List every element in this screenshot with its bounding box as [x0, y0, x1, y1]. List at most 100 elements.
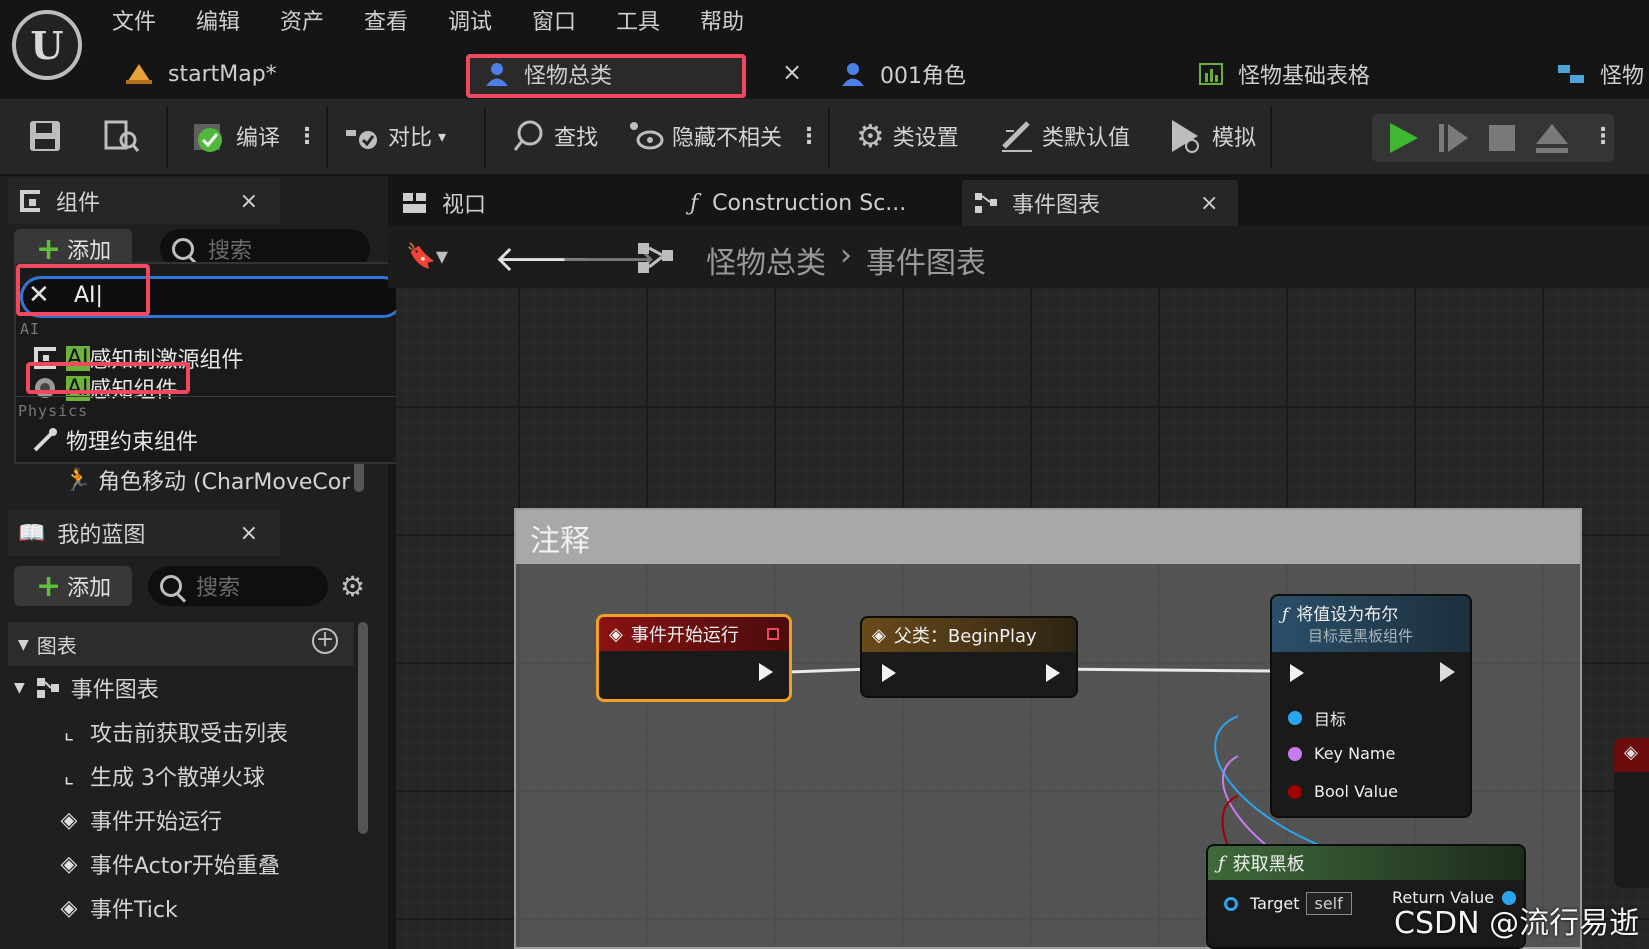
toolbar-separator: [828, 106, 830, 168]
node-offscreen[interactable]: ◈: [1614, 738, 1649, 888]
tree-item-spawn-fireballs[interactable]: ⌞ 生成 3个散弹火球: [56, 760, 265, 792]
tab-role[interactable]: 001角色: [840, 52, 966, 96]
menu-assets[interactable]: 资产: [280, 4, 324, 36]
tree-event-graph[interactable]: ▼ 事件图表: [14, 672, 159, 704]
pin-key-name[interactable]: Key Name: [1288, 744, 1395, 763]
components-panel-tab[interactable]: 组件 ×: [8, 178, 280, 224]
bookmark-icon[interactable]: 🔖▾: [406, 242, 448, 270]
hide-unrelated-label: 隐藏不相关: [672, 126, 783, 151]
physics-constraint-icon: [33, 428, 57, 452]
blueprint-actor-icon: [842, 63, 864, 86]
tab-construction-script[interactable]: ƒ Construction Sc...: [690, 180, 906, 226]
menu-help[interactable]: 帮助: [700, 4, 744, 36]
diff-button[interactable]: 对比 ▾: [344, 112, 446, 160]
exec-out-pin[interactable]: [1046, 664, 1060, 682]
dropdown-item-physics-constraint[interactable]: 物理约束组件: [32, 424, 198, 456]
custom-event-icon: ⌞: [63, 719, 75, 745]
gear-icon[interactable]: ⚙: [340, 570, 365, 603]
tab-label: 怪物基础表格: [1238, 64, 1371, 89]
plus-icon: +: [36, 568, 62, 604]
highlight-box: [16, 264, 150, 316]
my-blueprint-panel-tab[interactable]: 📖 我的蓝图 ×: [8, 510, 280, 556]
tab-more[interactable]: 怪物: [1556, 52, 1644, 96]
components-title: 组件: [56, 191, 101, 216]
pin-target[interactable]: 目标: [1288, 706, 1346, 730]
unreal-logo[interactable]: U: [12, 10, 82, 80]
node-event-begin-play[interactable]: ◈ 事件开始运行: [596, 614, 792, 702]
menu-tools[interactable]: 工具: [616, 4, 660, 36]
exec-in-pin[interactable]: [1290, 664, 1304, 682]
graphs-section[interactable]: ▼ 图表: [18, 630, 77, 659]
pin-label: Bool Value: [1314, 782, 1399, 801]
tab-label: 怪物总类: [524, 64, 613, 89]
save-button[interactable]: [28, 112, 62, 160]
menu-debug[interactable]: 调试: [448, 4, 492, 36]
compile-button[interactable]: 编译: [192, 112, 280, 160]
tree-item-actor-overlap[interactable]: ◈ 事件Actor开始重叠: [56, 848, 280, 880]
play-button[interactable]: [1386, 120, 1422, 160]
breadcrumb-current: 事件图表: [866, 246, 986, 281]
tree-label: 事件Actor开始重叠: [90, 854, 280, 879]
compile-options-button[interactable]: ⋮: [296, 112, 318, 160]
class-settings-label: 类设置: [892, 126, 959, 151]
class-defaults-button[interactable]: 类默认值: [1000, 112, 1130, 160]
add-graph-icon[interactable]: +: [312, 628, 338, 654]
compile-label: 编译: [236, 126, 281, 151]
breadcrumb-root[interactable]: 怪物总类: [706, 238, 826, 282]
close-icon[interactable]: ×: [240, 521, 258, 546]
node-parent-begin-play[interactable]: ◈ 父类：BeginPlay: [860, 616, 1078, 698]
exec-out-pin[interactable]: [759, 663, 773, 681]
menu-window[interactable]: 窗口: [532, 4, 576, 36]
my-blueprint-title: 我的蓝图: [57, 523, 146, 548]
menu-edit[interactable]: 编辑: [196, 4, 240, 36]
tab-label: 001角色: [880, 64, 966, 89]
blueprint-scrollbar[interactable]: [358, 622, 368, 834]
simulate-button[interactable]: 模拟: [1168, 112, 1256, 160]
component-char-movement[interactable]: 🏃 角色移动 (CharMoveCor: [64, 464, 350, 496]
add-member-button[interactable]: + 添加: [14, 566, 132, 606]
self-value-field[interactable]: self: [1305, 892, 1352, 915]
eject-button[interactable]: [1534, 120, 1570, 160]
tab-start-map[interactable]: startMap*: [124, 52, 277, 96]
tab-monster-class[interactable]: 怪物总类: [484, 52, 612, 96]
play-options-button[interactable]: ⋮: [1592, 112, 1614, 160]
node-title: 父类：BeginPlay: [893, 626, 1037, 647]
class-settings-button[interactable]: ⚙ 类设置: [856, 112, 959, 160]
delegate-pin[interactable]: [767, 628, 779, 640]
toolbar-separator: [326, 106, 328, 168]
tree-item-begin-play[interactable]: ◈ 事件开始运行: [56, 804, 222, 836]
exec-wire: [1047, 667, 1274, 673]
search-icon: [172, 238, 194, 260]
browse-button[interactable]: [104, 112, 140, 160]
hide-unrelated-button[interactable]: 隐藏不相关: [628, 112, 782, 160]
pin-target-self[interactable]: Target self: [1224, 892, 1352, 915]
tab-viewport[interactable]: 视口: [402, 180, 486, 226]
breadcrumb-separator: ›: [840, 238, 852, 273]
structure-icon: [1558, 65, 1584, 83]
tree-item-get-hit-list[interactable]: ⌞ 攻击前获取受击列表: [56, 716, 288, 748]
caret-down-icon: ▼: [14, 680, 25, 696]
tab-label: Construction Sc...: [712, 190, 907, 216]
tab-close-button[interactable]: ×: [782, 58, 802, 86]
name-pin-icon: [1288, 746, 1302, 761]
custom-event-icon: ⌞: [63, 763, 75, 789]
find-button[interactable]: 查找: [512, 112, 598, 160]
exec-out-pin[interactable]: [1440, 662, 1455, 682]
pin-bool-value[interactable]: Bool Value: [1288, 782, 1398, 801]
node-set-value-as-bool[interactable]: ƒ 将值设为布尔 目标是黑板组件 目标 Key Name Bool Value: [1270, 594, 1472, 818]
class-defaults-icon: [1002, 121, 1032, 152]
menu-view[interactable]: 查看: [364, 4, 408, 36]
exec-in-pin[interactable]: [882, 664, 896, 682]
stop-button[interactable]: [1486, 122, 1518, 158]
tree-item-tick[interactable]: ◈ 事件Tick: [56, 892, 178, 924]
step-button[interactable]: [1436, 120, 1472, 160]
blueprint-search-input[interactable]: 搜索: [148, 566, 328, 606]
close-icon[interactable]: ×: [240, 189, 258, 214]
tab-event-graph[interactable]: 事件图表: [974, 180, 1100, 226]
graph-options-button[interactable]: ⋮: [798, 112, 820, 160]
event-diamond-icon: ◈: [1614, 738, 1649, 772]
tab-data-table[interactable]: 怪物基础表格: [1198, 52, 1370, 96]
menu-file[interactable]: 文件: [112, 4, 156, 36]
tab-close-button[interactable]: ×: [1200, 180, 1218, 226]
event-diamond-icon: ◈: [60, 895, 78, 921]
